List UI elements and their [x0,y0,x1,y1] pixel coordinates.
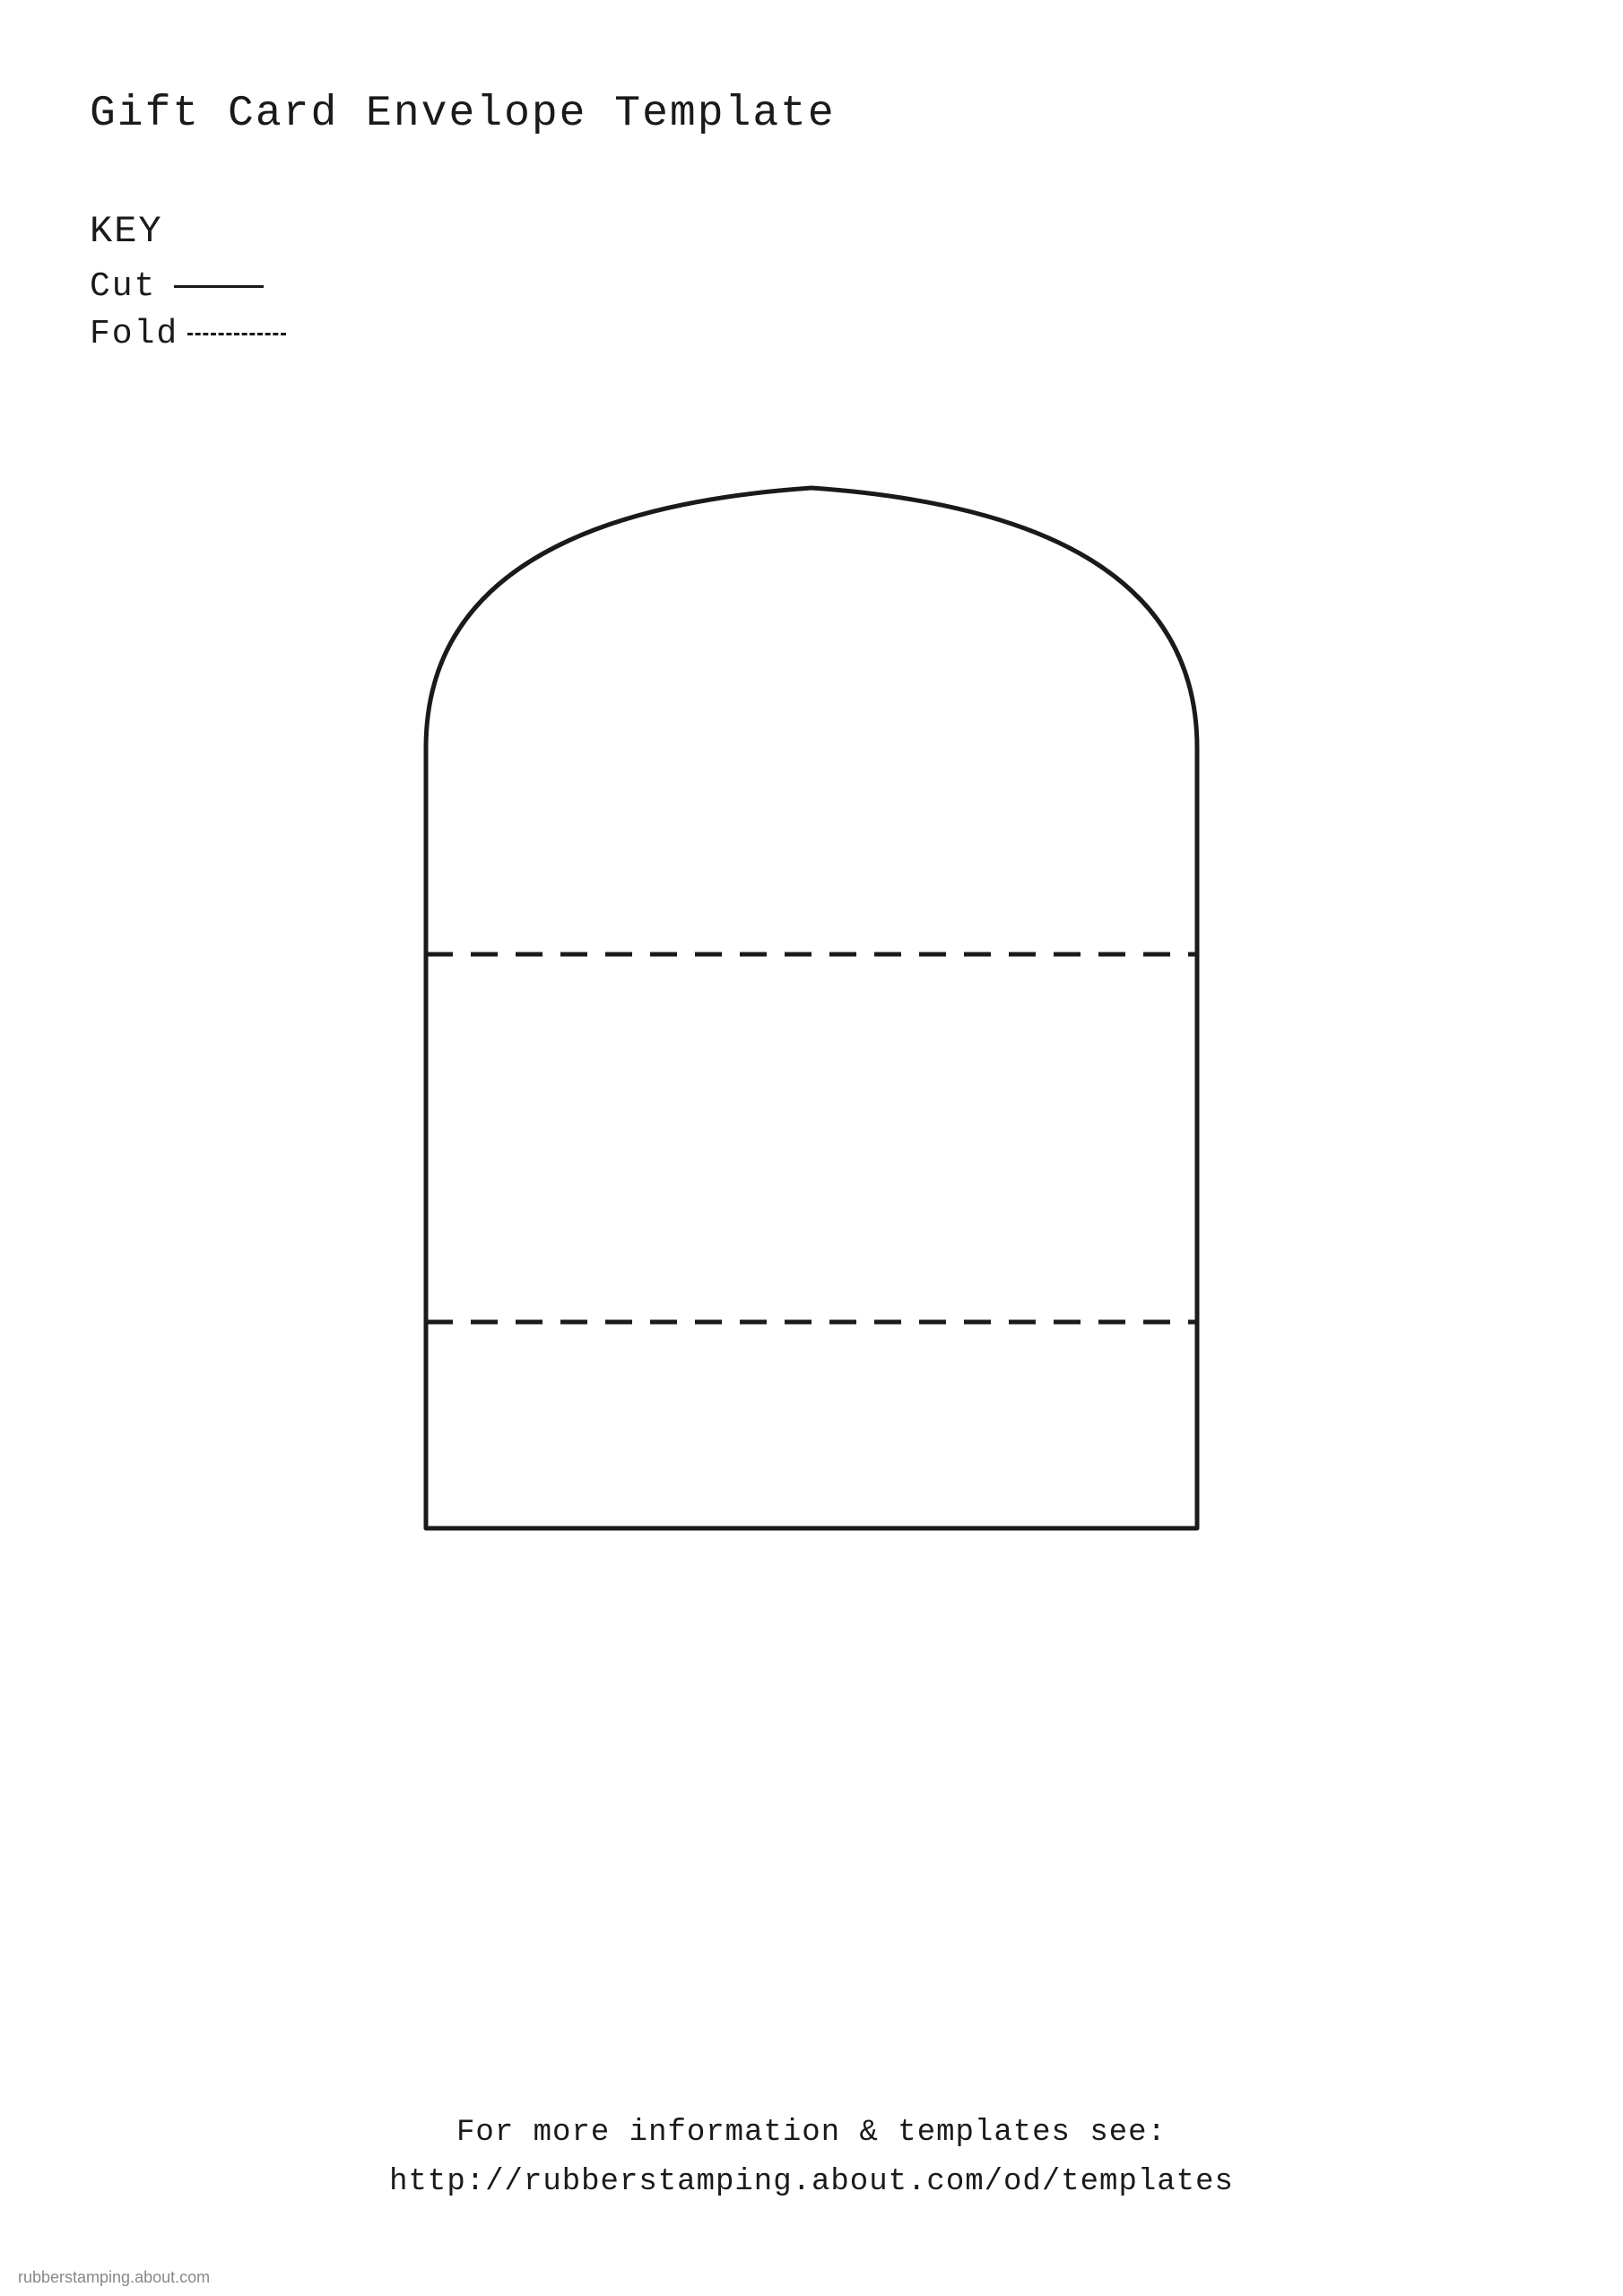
key-heading: KEY [90,210,1533,253]
key-fold: Fold [90,315,1533,353]
key-section: KEY Cut Fold [90,210,1533,353]
key-fold-label: Fold [90,315,178,353]
watermark: rubberstamping.about.com [18,2268,210,2287]
footer: For more information & templates see: ht… [0,2109,1623,2206]
key-cut-label: Cut [90,267,156,306]
key-cut-line-icon [174,285,264,288]
envelope-container [90,407,1533,1573]
key-fold-line-icon [187,333,286,335]
key-cut: Cut [90,267,1533,306]
page: Gift Card Envelope Template KEY Cut Fold [0,0,1623,2296]
footer-line1: For more information & templates see: [0,2109,1623,2157]
page-title: Gift Card Envelope Template [90,90,1533,138]
envelope-diagram [372,407,1251,1573]
envelope-wrapper [372,407,1251,1573]
footer-line2: http://rubberstamping.about.com/od/templ… [0,2158,1623,2206]
